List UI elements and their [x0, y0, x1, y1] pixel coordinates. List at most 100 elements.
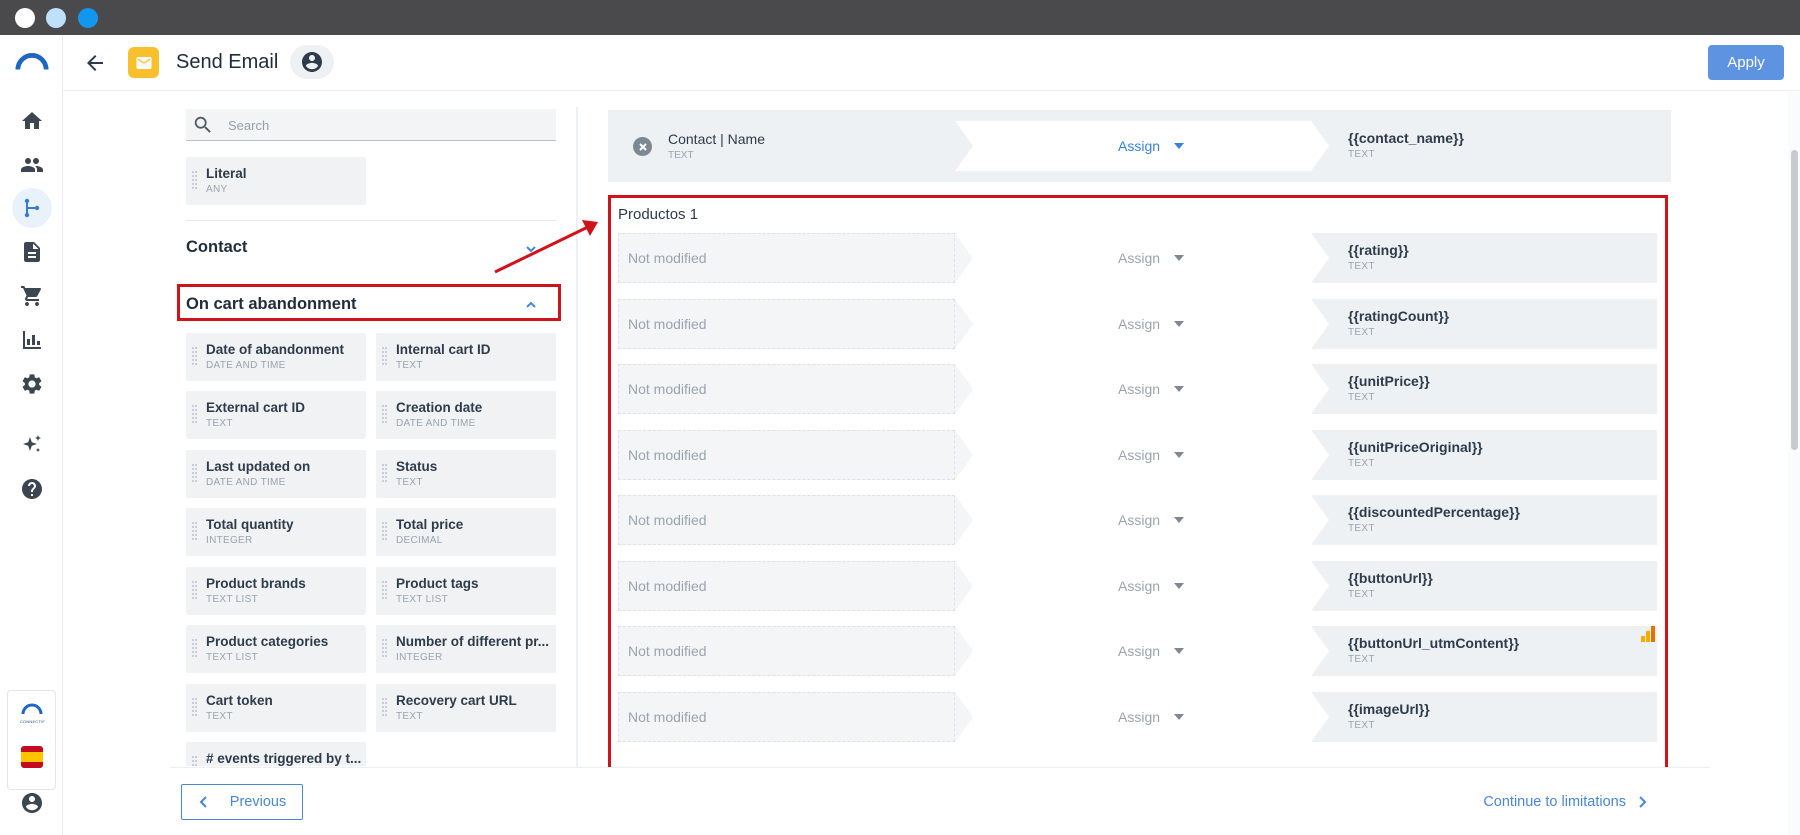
field-chip[interactable]: Product categories TEXT LIST	[186, 625, 366, 673]
search-field[interactable]: Search	[186, 109, 556, 141]
drag-handle-icon[interactable]	[192, 464, 198, 484]
field-chip[interactable]: External cart ID TEXT	[186, 391, 366, 439]
account-box: CONNECTIF	[7, 690, 56, 790]
help-icon[interactable]	[17, 474, 47, 504]
document-icon[interactable]	[17, 237, 47, 267]
logo-icon[interactable]	[14, 47, 50, 77]
field-type: TEXT	[396, 477, 423, 488]
user-button[interactable]	[290, 45, 334, 79]
field-chip[interactable]: Date of abandonment DATE AND TIME	[186, 333, 366, 381]
drag-handle-icon[interactable]	[382, 347, 388, 367]
drag-handle-icon[interactable]	[192, 581, 198, 601]
back-arrow-icon[interactable]	[83, 51, 107, 75]
search-icon	[194, 116, 211, 133]
caret-down-icon[interactable]	[1174, 143, 1184, 149]
contacts-icon[interactable]	[17, 150, 47, 180]
field-chip[interactable]: Total price DECIMAL	[376, 508, 556, 556]
brand-logo-icon	[21, 703, 43, 715]
continue-label: Continue to limitations	[1483, 794, 1626, 810]
field-chip-literal[interactable]: Literal ANY	[186, 157, 366, 205]
field-chip[interactable]: Recovery cart URL TEXT	[376, 684, 556, 732]
clear-icon[interactable]	[633, 137, 652, 156]
field-chip[interactable]: Last updated on DATE AND TIME	[186, 450, 366, 498]
field-name: Number of different pr...	[396, 634, 550, 649]
apply-button[interactable]: Apply	[1708, 45, 1784, 80]
drag-handle-icon[interactable]	[382, 522, 388, 542]
field-chip[interactable]: Status TEXT	[376, 450, 556, 498]
field-name: Total quantity	[206, 517, 294, 532]
drag-handle-icon[interactable]	[382, 464, 388, 484]
drag-handle-icon[interactable]	[192, 171, 198, 191]
source-field-type: TEXT	[668, 150, 694, 161]
drag-handle-icon[interactable]	[192, 405, 198, 425]
chevron-right-icon	[1639, 796, 1647, 808]
drag-handle-icon[interactable]	[192, 522, 198, 542]
field-name: Total price	[396, 517, 464, 532]
drag-handle-icon[interactable]	[382, 639, 388, 659]
page-title: Send Email	[176, 51, 279, 73]
field-chip[interactable]: Creation date DATE AND TIME	[376, 391, 556, 439]
target-variable: {{contact_name}}	[1348, 130, 1464, 146]
flows-icon[interactable]	[12, 188, 52, 228]
field-chip[interactable]: Total quantity INTEGER	[186, 508, 366, 556]
drag-handle-icon[interactable]	[382, 581, 388, 601]
reports-icon[interactable]	[17, 325, 47, 355]
sparkles-icon[interactable]	[17, 430, 47, 460]
field-chip[interactable]: Product tags TEXT LIST	[376, 567, 556, 615]
field-name: Product categories	[206, 634, 329, 649]
assign-dropdown[interactable]: Assign	[1118, 138, 1160, 154]
field-type: TEXT LIST	[396, 594, 448, 605]
contact-mapping-block: Contact | Name TEXT Assign {{contact_nam…	[608, 110, 1671, 182]
field-type: TEXT	[396, 360, 423, 371]
field-name: Product tags	[396, 576, 479, 591]
drag-handle-icon[interactable]	[192, 698, 198, 718]
field-name: Date of abandonment	[206, 342, 345, 357]
search-placeholder: Search	[228, 118, 270, 133]
field-type: TEXT	[206, 711, 233, 722]
field-name: Recovery cart URL	[396, 693, 517, 708]
continue-link[interactable]: Continue to limitations	[1483, 794, 1648, 810]
drag-handle-icon[interactable]	[192, 347, 198, 367]
field-chip[interactable]: # events triggered by t...	[186, 742, 366, 766]
panel-divider	[576, 107, 578, 769]
highlight-box-productos	[608, 195, 1668, 780]
drag-handle-icon[interactable]	[192, 756, 198, 766]
section-contact-title[interactable]: Contact	[186, 238, 247, 257]
drag-handle-icon[interactable]	[192, 639, 198, 659]
scrollbar-thumb[interactable]	[1791, 150, 1798, 450]
field-type: DATE AND TIME	[206, 360, 286, 371]
window-close-button[interactable]	[15, 8, 35, 28]
user-icon	[302, 52, 322, 72]
window-titlebar	[0, 0, 1800, 35]
cart-icon[interactable]	[17, 281, 47, 311]
previous-button[interactable]: Previous	[181, 784, 303, 820]
field-type: TEXT LIST	[206, 594, 258, 605]
field-type: ANY	[206, 184, 228, 195]
spain-flag-icon[interactable]	[21, 746, 43, 768]
field-type: TEXT	[206, 418, 233, 429]
field-name: Last updated on	[206, 459, 311, 474]
field-type: TEXT	[396, 711, 423, 722]
field-chip[interactable]: Product brands TEXT LIST	[186, 567, 366, 615]
window-minimize-button[interactable]	[46, 8, 66, 28]
field-chip[interactable]: Number of different pr... INTEGER	[376, 625, 556, 673]
account-icon[interactable]	[17, 788, 47, 818]
settings-icon[interactable]	[17, 369, 47, 399]
drag-handle-icon[interactable]	[382, 698, 388, 718]
previous-label: Previous	[229, 794, 287, 810]
drag-handle-icon[interactable]	[382, 405, 388, 425]
chevron-left-icon	[199, 796, 207, 808]
field-type: DECIMAL	[396, 535, 443, 546]
field-chip[interactable]: Cart token TEXT	[186, 684, 366, 732]
field-chip[interactable]: Internal cart ID TEXT	[376, 333, 556, 381]
window-maximize-button[interactable]	[78, 8, 98, 28]
page-header: Send Email Apply	[63, 35, 1800, 91]
home-icon[interactable]	[17, 106, 47, 136]
brand-text: CONNECTIF	[19, 719, 46, 724]
field-type: INTEGER	[396, 652, 443, 663]
email-icon	[128, 47, 159, 78]
field-name: Status	[396, 459, 438, 474]
mapping-row-contact-name[interactable]: Contact | Name TEXT Assign {{contact_nam…	[618, 121, 1658, 171]
field-name: Product brands	[206, 576, 306, 591]
field-name: Literal	[206, 166, 247, 181]
